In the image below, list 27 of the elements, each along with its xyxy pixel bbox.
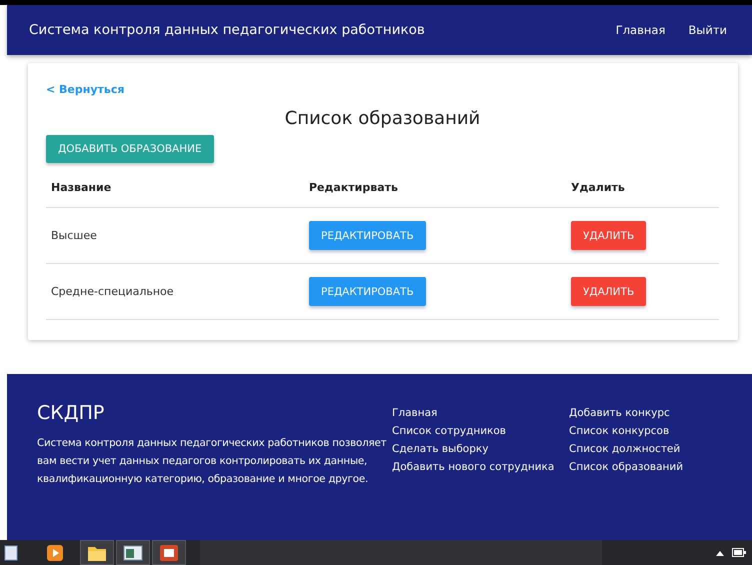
column-header: Название [51, 181, 112, 194]
presentation-icon[interactable] [159, 544, 179, 562]
battery-icon[interactable] [732, 548, 746, 557]
footer-link[interactable]: Список должностей [569, 440, 684, 458]
footer-link[interactable]: Добавить конкурс [569, 404, 684, 422]
footer-link[interactable]: Список сотрудников [392, 422, 569, 440]
table-cell: Средне-специальное [51, 285, 174, 298]
footer-link[interactable]: Добавить нового сотрудника [392, 458, 569, 476]
column-header: Удалить [571, 181, 625, 194]
site-title: Система контроля данных педагогических работников [29, 22, 425, 38]
column-header: Редактирвать [309, 181, 398, 194]
delete-button[interactable]: УДАЛИТЬ [571, 277, 646, 306]
footer-brand: СКДПР [37, 402, 106, 424]
window-icon[interactable] [123, 544, 143, 562]
document-icon[interactable] [4, 544, 18, 562]
page-heading: Список образований [284, 108, 480, 129]
footer-link[interactable]: Сделать выборку [392, 440, 569, 458]
delete-button[interactable]: УДАЛИТЬ [571, 221, 646, 250]
footer-description: Система контроля данных педагогических работников позволяет вам вести учет данных педагогов контролировать их данные, квалификационную категорию, образование и многое другое. [37, 436, 387, 487]
footer-link[interactable]: Список конкурсов [569, 422, 684, 440]
table-cell: Высшее [51, 229, 97, 242]
nav-link[interactable]: Главная [616, 23, 666, 37]
footer-link[interactable]: Главная [392, 404, 569, 422]
media-player-icon[interactable] [46, 544, 64, 562]
footer-link[interactable]: Список образований [569, 458, 684, 476]
nav-link[interactable]: Выйти [688, 23, 727, 37]
tray-up-arrow-icon[interactable] [716, 550, 724, 556]
